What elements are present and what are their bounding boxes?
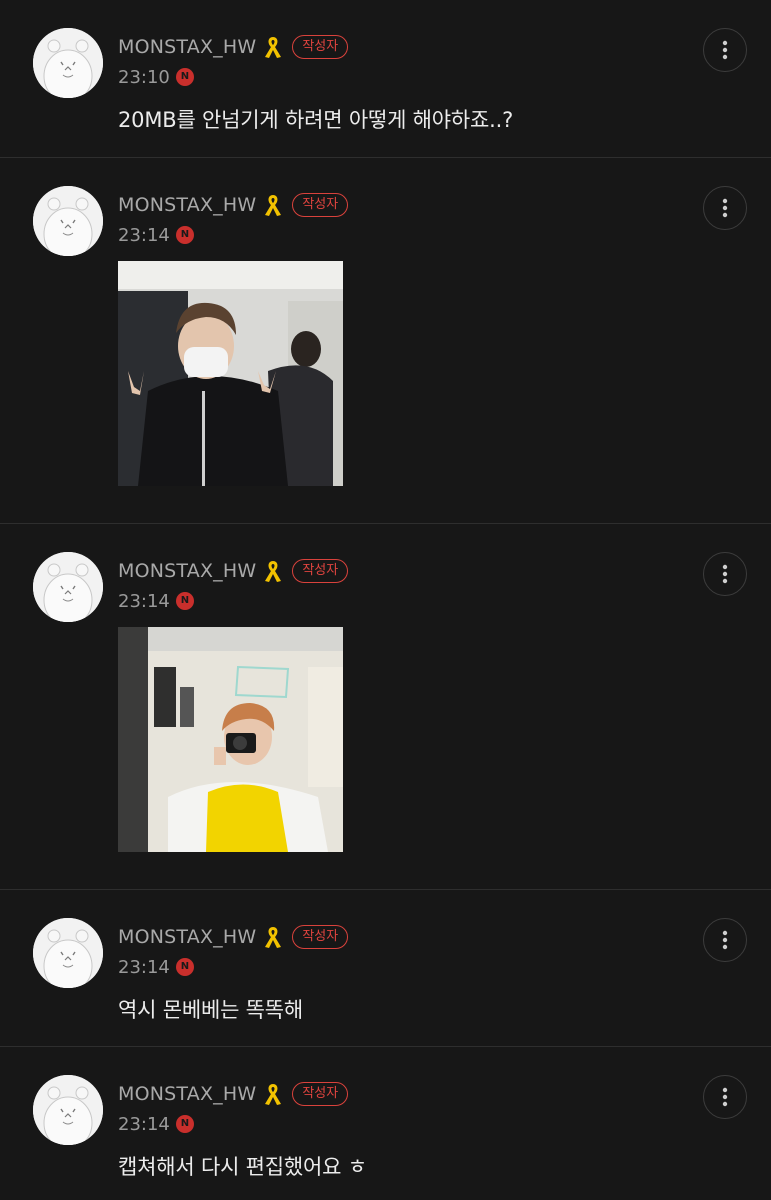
hamster-avatar-icon xyxy=(33,186,103,256)
more-options-button[interactable] xyxy=(703,918,747,962)
comment-feed: MONSTAX_HW 작성자 23:10 N 20MB를 안넘기게 하려면 아떻… xyxy=(0,0,771,1200)
comment-item: MONSTAX_HW 작성자 23:10 N 20MB를 안넘기게 하려면 아떻… xyxy=(0,0,771,158)
comment-time: 23:10 xyxy=(118,66,170,88)
hamster-avatar-icon xyxy=(33,918,103,988)
yellow-ribbon-icon xyxy=(265,1084,282,1105)
new-badge: N xyxy=(175,592,194,610)
new-badge: N xyxy=(175,958,194,976)
comment-text: 역시 몬베베는 똑똑해 xyxy=(118,998,304,1022)
author-badge: 작성자 xyxy=(292,559,349,583)
username[interactable]: MONSTAX_HW xyxy=(118,926,256,948)
author-badge: 작성자 xyxy=(292,193,349,217)
new-badge: N xyxy=(175,68,194,86)
avatar[interactable] xyxy=(33,1075,103,1145)
comment-time: 23:14 xyxy=(118,956,170,978)
more-vertical-icon xyxy=(722,40,728,60)
comment-item: MONSTAX_HW 작성자 23:14 N 역시 몬베베는 똑똑해 xyxy=(0,890,771,1047)
comment-time: 23:14 xyxy=(118,1113,170,1135)
more-vertical-icon xyxy=(722,198,728,218)
comment-text: 캡쳐해서 다시 편집했어요 ㅎ xyxy=(118,1155,367,1179)
more-vertical-icon xyxy=(722,1087,728,1107)
yellow-ribbon-icon xyxy=(265,195,282,216)
yellow-ribbon-icon xyxy=(265,927,282,948)
comment-item: MONSTAX_HW 작성자 23:14 N xyxy=(0,524,771,890)
author-badge: 작성자 xyxy=(292,925,349,949)
new-badge: N xyxy=(175,1115,194,1133)
author-badge: 작성자 xyxy=(292,1082,349,1106)
hamster-avatar-icon xyxy=(33,1075,103,1145)
comment-photo[interactable] xyxy=(118,261,343,486)
username[interactable]: MONSTAX_HW xyxy=(118,560,256,582)
comment-text: 20MB를 안넘기게 하려면 아떻게 해야하죠..? xyxy=(118,108,514,132)
username[interactable]: MONSTAX_HW xyxy=(118,36,256,58)
hamster-avatar-icon xyxy=(33,552,103,622)
more-vertical-icon xyxy=(722,930,728,950)
comment-time: 23:14 xyxy=(118,590,170,612)
new-badge: N xyxy=(175,226,194,244)
yellow-ribbon-icon xyxy=(265,37,282,58)
username[interactable]: MONSTAX_HW xyxy=(118,194,256,216)
more-options-button[interactable] xyxy=(703,1075,747,1119)
more-options-button[interactable] xyxy=(703,186,747,230)
comment-item: MONSTAX_HW 작성자 23:14 N xyxy=(0,158,771,524)
more-options-button[interactable] xyxy=(703,552,747,596)
author-badge: 작성자 xyxy=(292,35,349,59)
comment-item: MONSTAX_HW 작성자 23:14 N 캡쳐해서 다시 편집했어요 ㅎ xyxy=(0,1047,771,1200)
username[interactable]: MONSTAX_HW xyxy=(118,1083,256,1105)
comment-time: 23:14 xyxy=(118,224,170,246)
more-vertical-icon xyxy=(722,564,728,584)
yellow-ribbon-icon xyxy=(265,561,282,582)
avatar[interactable] xyxy=(33,186,103,256)
photo-mirror-selfie-camera xyxy=(118,627,343,852)
more-options-button[interactable] xyxy=(703,28,747,72)
photo-two-people-peace-sign xyxy=(118,261,343,486)
avatar[interactable] xyxy=(33,918,103,988)
avatar[interactable] xyxy=(33,552,103,622)
comment-photo[interactable] xyxy=(118,627,343,852)
avatar[interactable] xyxy=(33,28,103,98)
hamster-avatar-icon xyxy=(33,28,103,98)
